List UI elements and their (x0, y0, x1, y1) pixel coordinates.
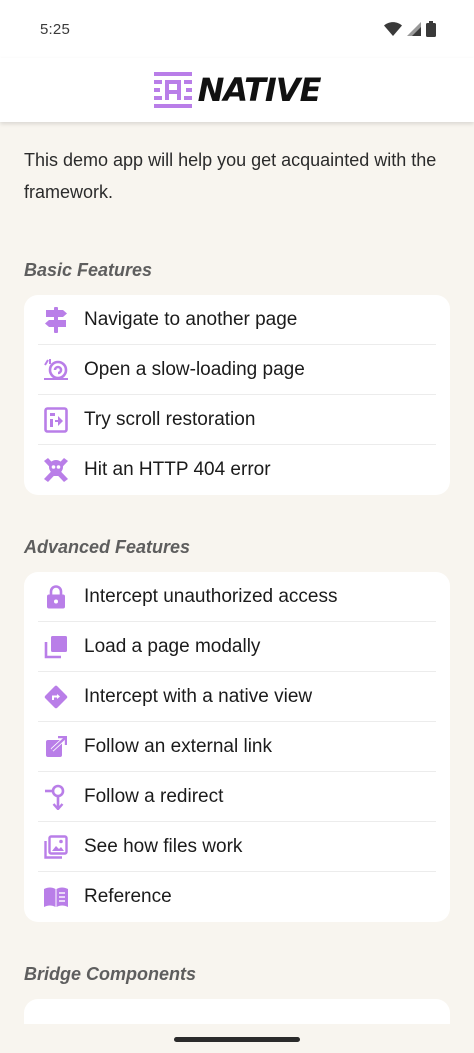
signpost-icon (40, 304, 72, 336)
logo-text: NATIVE (197, 71, 322, 109)
home-indicator[interactable] (174, 1037, 300, 1042)
basic-features-card: Navigate to another page Open a slow-loa… (24, 295, 450, 495)
section-title-bridge: Bridge Components (24, 964, 197, 984)
list-item-label: Navigate to another page (84, 308, 298, 330)
status-time: 5:25 (40, 20, 70, 38)
battery-icon (426, 21, 436, 37)
section-title-basic: Basic Features (24, 260, 153, 280)
image-file-icon (40, 831, 72, 863)
list-item-label: Open a slow-loading page (84, 358, 305, 380)
list-item-redirect[interactable]: Follow a redirect (38, 772, 436, 822)
list-item-external-link[interactable]: Follow an external link (38, 722, 436, 772)
list-item-label: Intercept unauthorized access (84, 585, 338, 607)
lock-icon (40, 581, 72, 613)
app-header: NATIVE (0, 58, 474, 122)
status-icons (384, 21, 436, 37)
layers-icon (40, 631, 72, 663)
advanced-features-card: Intercept unauthorized access Load a pag… (24, 572, 450, 922)
list-item-label: Hit an HTTP 404 error (84, 459, 271, 480)
list-item-native-view[interactable]: Intercept with a native view (38, 672, 436, 722)
list-item-http-404[interactable]: Hit an HTTP 404 error (38, 445, 436, 495)
list-item-label: Intercept with a native view (84, 685, 313, 707)
external-link-icon (40, 731, 72, 763)
list-item-label: See how files work (84, 835, 243, 857)
signal-icon (407, 22, 421, 36)
list-item-label: Reference (84, 886, 172, 907)
list-item-navigate[interactable]: Navigate to another page (38, 295, 436, 345)
list-item-files[interactable]: See how files work (38, 822, 436, 872)
list-item-unauthorized[interactable]: Intercept unauthorized access (38, 572, 436, 622)
scroll-restore-icon (40, 404, 72, 436)
directions-icon (40, 681, 72, 713)
snail-icon (40, 354, 72, 386)
logo-mark-icon (153, 72, 192, 108)
intro-text: This demo app will help you get acquaint… (24, 150, 437, 202)
list-item-label: Load a page modally (84, 635, 261, 657)
app-logo: NATIVE (153, 71, 322, 109)
wifi-icon (384, 22, 402, 36)
main-content[interactable]: This demo app will help you get acquaint… (0, 122, 474, 1053)
list-item-reference[interactable]: Reference (38, 872, 436, 922)
section-title-advanced: Advanced Features (24, 537, 191, 557)
status-bar: 5:25 (0, 0, 474, 58)
list-item-label: Follow an external link (84, 735, 272, 757)
list-item-modal[interactable]: Load a page modally (38, 622, 436, 672)
list-item-slow-loading[interactable]: Open a slow-loading page (38, 345, 436, 395)
redirect-icon (40, 781, 72, 813)
book-icon (40, 881, 72, 913)
skull-crossbones-icon (40, 454, 72, 486)
list-item-scroll-restoration[interactable]: Try scroll restoration (38, 395, 436, 445)
list-item-label: Try scroll restoration (84, 408, 256, 430)
list-item-label: Follow a redirect (84, 785, 224, 807)
